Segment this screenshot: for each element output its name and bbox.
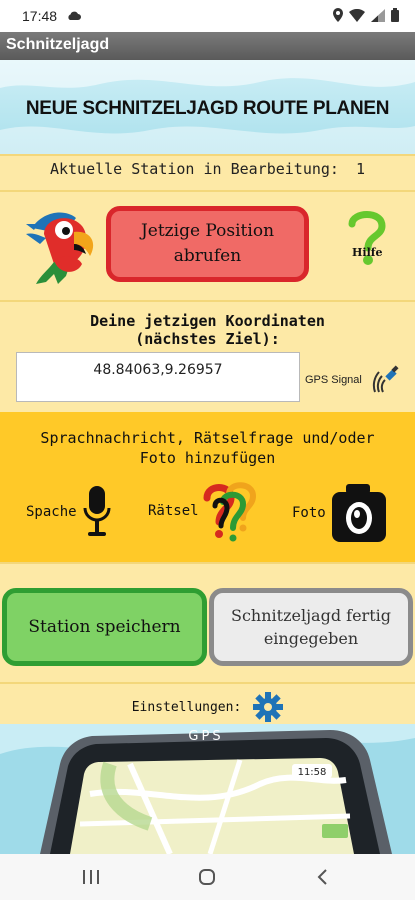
get-position-button[interactable]: Jetzige Position abrufen xyxy=(106,206,309,282)
parrot-icon xyxy=(26,212,94,284)
divider xyxy=(0,300,415,302)
system-nav-bar xyxy=(0,854,415,900)
back-icon[interactable] xyxy=(316,868,328,886)
settings-row[interactable]: Einstellungen: xyxy=(0,692,415,722)
app-title: Schnitzeljagd xyxy=(6,36,110,53)
photo-button[interactable]: Foto xyxy=(292,482,388,544)
question-marks-icon xyxy=(203,482,256,542)
voice-message-button[interactable]: Spache xyxy=(26,484,111,540)
gps-device-image: GPS 11:58 xyxy=(0,724,415,854)
satellite-signal-icon xyxy=(372,365,399,393)
signal-icon xyxy=(371,8,385,22)
divider xyxy=(0,190,415,192)
recents-icon[interactable] xyxy=(82,869,100,885)
gps-signal-indicator: GPS Signal xyxy=(305,365,405,402)
cloud-icon xyxy=(68,11,81,20)
camera-icon xyxy=(331,484,386,542)
media-title-line1: Sprachnachricht, Rätselfrage und/oder xyxy=(40,429,375,447)
riddle-label: Rätsel xyxy=(148,503,199,519)
home-icon[interactable] xyxy=(198,868,216,886)
get-position-label-line1: Jetzige Position xyxy=(140,221,275,242)
media-title-line2: Foto hinzufügen xyxy=(139,449,276,468)
station-number: 1 xyxy=(355,160,366,178)
station-status: Aktuelle Station in Bearbeitung: 1 xyxy=(0,160,415,178)
status-icons xyxy=(333,8,399,22)
finish-label-line2: eingegeben xyxy=(263,629,359,648)
microphone-icon xyxy=(83,486,111,536)
help-button[interactable]: Hilfe xyxy=(344,208,392,268)
coordinates-field[interactable]: 48.84063,9.26957 xyxy=(16,352,300,402)
app-action-bar: Schnitzeljagd xyxy=(0,32,415,60)
gps-device-label: GPS xyxy=(188,729,223,744)
help-label: Hilfe xyxy=(352,246,383,259)
gps-device-time: 11:58 xyxy=(298,767,327,778)
battery-icon xyxy=(391,8,399,22)
wifi-icon xyxy=(349,8,365,22)
divider xyxy=(0,154,415,156)
status-bar: 17:48 xyxy=(0,0,415,32)
coordinates-label-line2: (nächstes Ziel): xyxy=(135,330,280,348)
status-time: 17:48 xyxy=(22,8,58,24)
riddle-button[interactable]: Rätsel xyxy=(148,480,261,542)
divider xyxy=(0,682,415,684)
location-icon xyxy=(333,8,343,22)
photo-label: Foto xyxy=(292,505,326,521)
coordinates-label-line1: Deine jetzigen Koordinaten xyxy=(90,312,325,330)
station-label: Aktuelle Station in Bearbeitung: xyxy=(49,160,339,178)
gear-icon[interactable] xyxy=(253,692,284,722)
media-title: Sprachnachricht, Rätselfrage und/oder Fo… xyxy=(0,428,415,469)
gps-signal-label: GPS Signal xyxy=(305,374,362,386)
banner-title: NEUE SCHNITZELJAGD ROUTE PLANEN xyxy=(25,98,390,119)
divider xyxy=(0,562,415,564)
main-content[interactable]: NEUE SCHNITZELJAGD ROUTE PLANEN Aktuelle… xyxy=(0,60,415,854)
save-station-button[interactable]: Station speichern xyxy=(2,588,207,666)
finish-hunt-button[interactable]: Schnitzeljagd fertig eingegeben xyxy=(209,588,413,666)
get-position-label-line2: abrufen xyxy=(173,246,242,266)
coordinates-label: Deine jetzigen Koordinaten (nächstes Zie… xyxy=(0,312,415,348)
settings-label: Einstellungen: xyxy=(131,699,242,715)
banner: NEUE SCHNITZELJAGD ROUTE PLANEN xyxy=(0,60,415,154)
voice-label: Spache xyxy=(26,504,77,520)
finish-label-line1: Schnitzeljagd fertig xyxy=(231,605,391,625)
